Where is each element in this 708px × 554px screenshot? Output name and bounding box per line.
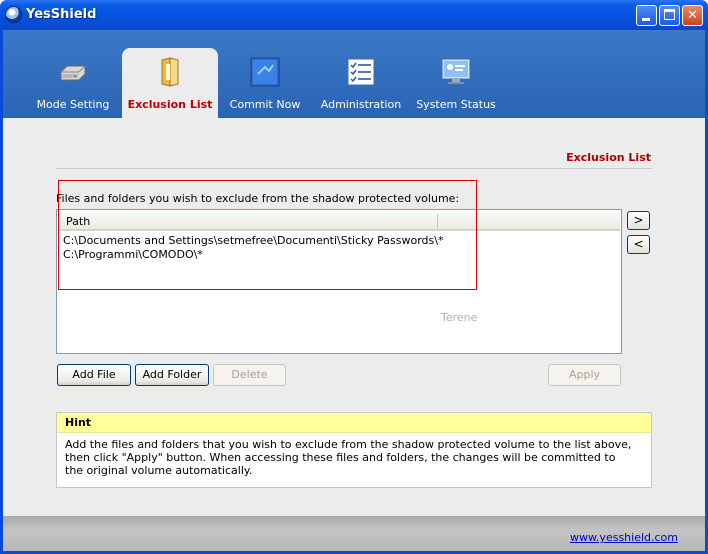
watermark-text: Terene [441, 311, 478, 324]
app-window: YesShield ✕ Mode Setting Exclusion List … [0, 0, 708, 554]
tab-label: Exclusion List [127, 98, 213, 111]
tab-label: Commit Now [229, 98, 301, 111]
section-title: Exclusion List [566, 151, 651, 164]
highlight-box [58, 180, 477, 290]
footer-bar: www.yesshield.com [3, 516, 705, 551]
hint-box: Hint Add the files and folders that you … [56, 412, 652, 488]
tab-mode-setting[interactable]: Mode Setting [25, 30, 121, 118]
tab-label: Mode Setting [36, 98, 110, 111]
tab-commit-now[interactable]: Commit Now [217, 30, 313, 118]
minimize-icon [642, 18, 650, 21]
window-title: YesShield [26, 7, 97, 22]
minimize-button[interactable] [636, 5, 657, 26]
commit-icon [250, 57, 280, 87]
tab-exclusion-list[interactable]: Exclusion List [122, 48, 218, 118]
move-left-button[interactable]: < [627, 235, 650, 254]
tab-system-status[interactable]: System Status [408, 30, 504, 118]
checklist-icon [347, 58, 375, 86]
divider [56, 168, 652, 169]
title-bar[interactable]: YesShield ✕ [0, 0, 708, 30]
close-button[interactable]: ✕ [682, 5, 703, 26]
close-icon: ✕ [687, 8, 698, 23]
exclusion-panel: Exclusion List Files and folders you wis… [3, 118, 705, 516]
hint-text: Add the files and folders that you wish … [65, 438, 632, 477]
hint-title: Hint [65, 416, 92, 429]
tab-label: System Status [416, 98, 496, 111]
apply-button[interactable]: Apply [548, 364, 621, 386]
website-link[interactable]: www.yesshield.com [570, 531, 678, 544]
monitor-icon [441, 58, 471, 84]
move-right-button[interactable]: > [627, 211, 650, 230]
tab-administration[interactable]: Administration [313, 30, 409, 118]
hint-header: Hint [57, 413, 651, 433]
maximize-icon [664, 9, 675, 20]
drive-icon [60, 65, 86, 81]
tab-label: Administration [320, 98, 402, 111]
add-folder-button[interactable]: Add Folder [135, 364, 209, 386]
add-file-button[interactable]: Add File [57, 364, 131, 386]
app-icon[interactable] [5, 6, 22, 23]
maximize-button[interactable] [659, 5, 680, 26]
delete-button[interactable]: Delete [213, 364, 286, 386]
tab-strip: Mode Setting Exclusion List Commit Now A… [3, 30, 705, 118]
folder-icon [161, 57, 179, 87]
